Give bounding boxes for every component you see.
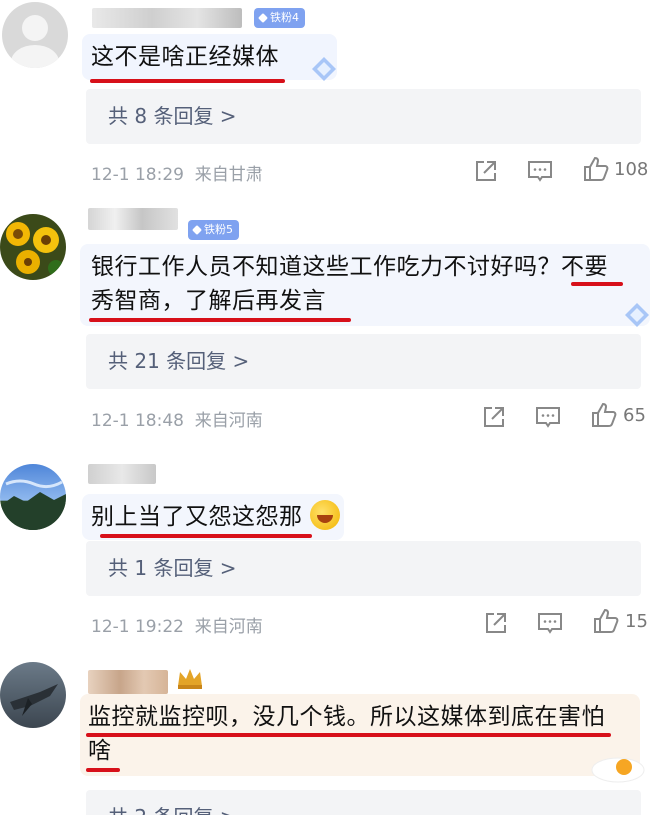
comment-text: 别上当了又怨这怨那	[91, 504, 303, 530]
replies-link[interactable]: 共 8 条回复 >	[86, 89, 641, 144]
like-icon[interactable]	[592, 607, 620, 635]
diamond-icon	[312, 57, 336, 81]
sunflower-avatar-icon	[6, 222, 64, 276]
comment-meta: 12-1 18:29 来自甘肃	[91, 160, 263, 185]
like-count: 15	[625, 611, 648, 632]
badge-gem-icon	[258, 13, 268, 23]
fan-badge: 铁粉5	[188, 220, 239, 240]
comment-text-line: 银行工作人员不知道这些工作吃力不讨好吗？不要	[91, 254, 608, 280]
like-icon[interactable]	[590, 401, 618, 429]
crown-icon	[178, 669, 202, 689]
share-icon[interactable]	[480, 403, 508, 431]
red-underline	[89, 318, 351, 322]
laugh-emoji-icon	[310, 500, 341, 530]
fan-badge: 铁粉4	[254, 8, 305, 28]
comment-location: 来自河南	[194, 411, 263, 431]
avatar[interactable]	[0, 662, 66, 728]
comment-item: 铁粉5 银行工作人员不知道这些工作吃力不讨好吗？不要 秀智商，了解后再发言 共 …	[0, 200, 650, 450]
comment-icon[interactable]	[534, 403, 562, 431]
username-blurred[interactable]	[88, 670, 168, 694]
egg-icon	[591, 757, 645, 783]
red-underline	[86, 768, 120, 772]
like-icon[interactable]	[582, 155, 610, 183]
like-count: 65	[623, 405, 646, 426]
comment-date: 12-1 18:48	[91, 411, 184, 431]
comment-date: 12-1 19:22	[91, 617, 184, 637]
replies-link[interactable]: 共 21 条回复 >	[86, 334, 641, 389]
comment-text-line: 啥	[88, 738, 112, 764]
replies-label: 共 21 条回复 >	[108, 349, 250, 373]
comment-location: 来自甘肃	[194, 165, 263, 185]
comment-item: 监控就监控呗，没几个钱。所以这媒体到底在害怕 啥 共 2 条回复 >	[0, 660, 650, 815]
red-underline	[86, 733, 611, 737]
default-avatar-icon	[11, 15, 59, 68]
username-blurred[interactable]	[88, 208, 178, 230]
replies-link[interactable]: 共 2 条回复 >	[86, 790, 641, 815]
diamond-icon	[625, 303, 649, 327]
red-underline	[100, 534, 312, 538]
comment-date: 12-1 18:29	[91, 165, 184, 185]
avatar[interactable]	[0, 214, 66, 280]
fan-badge-label: 铁粉4	[270, 11, 299, 24]
comment-text-line: 别上当了又怨这怨那	[91, 498, 341, 536]
replies-link[interactable]: 共 1 条回复 >	[86, 541, 641, 596]
replies-label: 共 1 条回复 >	[108, 556, 237, 580]
username-blurred[interactable]	[92, 8, 242, 28]
comment-text-line: 监控就监控呗，没几个钱。所以这媒体到底在害怕	[88, 704, 605, 730]
comment-text-line: 秀智商，了解后再发言	[91, 288, 326, 314]
avatar[interactable]	[2, 2, 68, 68]
comment-item: 别上当了又怨这怨那 共 1 条回复 > 12-1 19:22 来自河南 15	[0, 450, 650, 660]
red-underline	[571, 282, 623, 286]
comment-location: 来自河南	[194, 617, 263, 637]
comment-icon[interactable]	[536, 609, 564, 637]
comment-text-line: 这不是啥正经媒体	[91, 44, 279, 70]
share-icon[interactable]	[472, 157, 500, 185]
comment-meta: 12-1 18:48 来自河南	[91, 406, 263, 431]
like-count: 108	[614, 159, 649, 180]
share-icon[interactable]	[482, 609, 510, 637]
replies-label: 共 2 条回复 >	[108, 790, 237, 815]
red-underline	[90, 79, 285, 83]
avatar[interactable]	[0, 464, 66, 530]
jet-avatar-icon	[10, 684, 58, 716]
badge-gem-icon	[192, 225, 202, 235]
fan-badge-label: 铁粉5	[204, 223, 233, 236]
username-blurred[interactable]	[88, 464, 156, 484]
replies-label: 共 8 条回复 >	[108, 104, 237, 128]
landscape-avatar-icon	[0, 479, 66, 530]
comment-item: 铁粉4 这不是啥正经媒体 共 8 条回复 > 12-1 18:29 来自甘肃 1…	[0, 0, 650, 200]
comment-icon[interactable]	[526, 157, 554, 185]
comment-meta: 12-1 19:22 来自河南	[91, 612, 263, 637]
